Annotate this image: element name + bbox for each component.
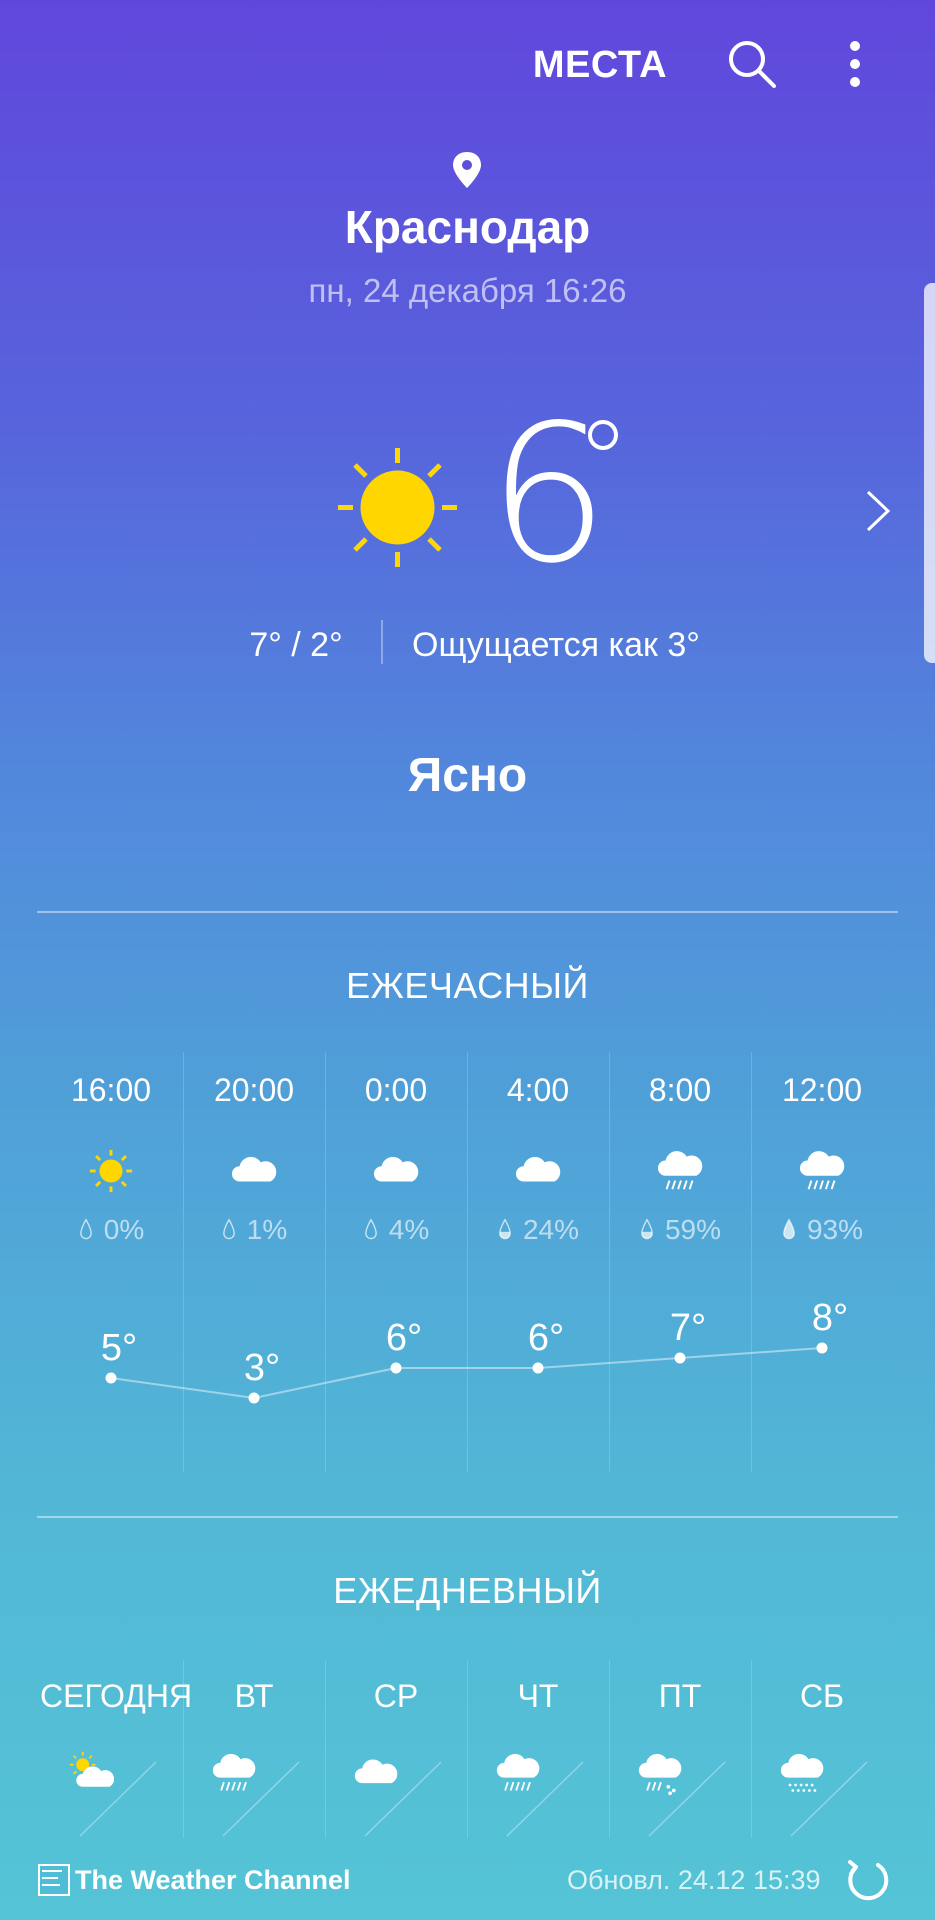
- temperature-label: 6°: [528, 1317, 564, 1359]
- divider: [37, 1516, 898, 1518]
- more-vert-icon: [850, 41, 860, 87]
- precipitation-drop-icon: [783, 1218, 795, 1240]
- feels-like: Ощущается как 3°: [412, 626, 700, 664]
- hourly-time: 8:00: [648, 1072, 712, 1108]
- hourly-icon-slot: [40, 1146, 182, 1196]
- temperature-line: [110, 1347, 823, 1400]
- divider: [381, 620, 383, 664]
- precipitation-value: 93%: [806, 1214, 864, 1245]
- refresh-icon[interactable]: [842, 1855, 892, 1905]
- search-button[interactable]: [720, 32, 784, 96]
- edge-panel-handle[interactable]: [924, 283, 935, 663]
- precipitation-value: 24%: [522, 1214, 580, 1245]
- rain-cloud-icon: [799, 1151, 845, 1190]
- places-button[interactable]: МЕСТА: [520, 38, 680, 92]
- daily-day-label[interactable]: СР: [325, 1678, 467, 1715]
- hourly-time: 12:00: [781, 1072, 863, 1108]
- precipitation-value: 4%: [388, 1214, 430, 1245]
- daily-diagonal-divider: [790, 1761, 868, 1837]
- hourly-precipitation: 93%: [751, 1214, 893, 1246]
- hourly-icon-slot: [325, 1146, 467, 1196]
- temperature-label: 8°: [812, 1297, 848, 1339]
- hourly-icon-slot: [609, 1146, 751, 1196]
- hourly-precipitation: 59%: [609, 1214, 751, 1246]
- sun-icon: [338, 448, 457, 567]
- temperature-point: [674, 1352, 686, 1364]
- cloud-icon: [231, 1156, 277, 1182]
- more-options-button[interactable]: [830, 32, 880, 96]
- precipitation-drop-icon: [222, 1218, 235, 1240]
- weather-channel-logo[interactable]: [38, 1864, 70, 1896]
- weather-condition: Ясно: [407, 749, 528, 802]
- city-name: Краснодар: [344, 201, 591, 253]
- daily-day-label[interactable]: ЧТ: [467, 1678, 609, 1715]
- temperature-point: [816, 1342, 828, 1354]
- precipitation-drop-icon: [79, 1218, 92, 1240]
- hourly-time: 16:00: [70, 1072, 152, 1108]
- hourly-precipitation: 24%: [467, 1214, 609, 1246]
- cloud-icon: [515, 1156, 561, 1182]
- weather-channel-brand[interactable]: The Weather Channel: [75, 1861, 351, 1899]
- daily-day-label[interactable]: СЕГОДНЯ: [40, 1678, 192, 1715]
- daily-day-label[interactable]: ПТ: [609, 1678, 751, 1715]
- hourly-precipitation: 0%: [40, 1214, 182, 1246]
- precipitation-drop-icon: [641, 1218, 653, 1240]
- current-temperature: 6: [488, 384, 609, 605]
- temperature-point: [532, 1362, 544, 1374]
- chevron-right-icon[interactable]: [862, 488, 892, 534]
- hourly-time: 20:00: [213, 1072, 295, 1108]
- daily-diagonal-divider: [506, 1761, 584, 1837]
- precipitation-drop-icon: [364, 1218, 377, 1240]
- daily-diagonal-divider: [648, 1761, 726, 1837]
- high-low-temperature: 7° / 2°: [249, 626, 343, 664]
- precipitation-value: 0%: [103, 1214, 145, 1245]
- precipitation-drop-icon: [499, 1218, 511, 1240]
- daily-diagonal-divider: [222, 1761, 300, 1837]
- temperature-point: [105, 1372, 117, 1384]
- hourly-icon-slot: [751, 1146, 893, 1196]
- hourly-precipitation: 4%: [325, 1214, 467, 1246]
- temperature-point: [390, 1362, 402, 1374]
- hourly-icon-slot: [183, 1146, 325, 1196]
- divider: [37, 911, 898, 913]
- degree-symbol: [588, 420, 618, 450]
- sun-icon: [89, 1149, 133, 1193]
- hourly-time: 0:00: [364, 1072, 428, 1108]
- temperature-label: 5°: [101, 1327, 137, 1369]
- temperature-label: 3°: [244, 1347, 280, 1389]
- location-pin-icon: [453, 152, 481, 188]
- daily-diagonal-divider: [79, 1761, 157, 1837]
- search-icon: [729, 41, 776, 88]
- hourly-time: 4:00: [506, 1072, 570, 1108]
- daily-day-label[interactable]: ВТ: [183, 1678, 325, 1715]
- hourly-temperature-graph: 5° 3° 6° 6° 7° 8°: [101, 1297, 848, 1404]
- rain-cloud-icon: [657, 1151, 703, 1190]
- temperature-point: [248, 1392, 260, 1404]
- hourly-precipitation: 1%: [183, 1214, 325, 1246]
- daily-diagonal-divider: [364, 1761, 442, 1837]
- precipitation-value: 1%: [246, 1214, 288, 1245]
- hourly-icon-slot: [467, 1146, 609, 1196]
- precipitation-value: 59%: [664, 1214, 722, 1245]
- weather-channel-logo-icon: [38, 1864, 70, 1896]
- cloud-icon: [373, 1156, 419, 1182]
- hourly-title: ЕЖЕЧАСНЫЙ: [346, 965, 589, 1006]
- daily-title: ЕЖЕДНЕВНЫЙ: [333, 1570, 602, 1611]
- temperature-label: 6°: [386, 1317, 422, 1359]
- last-updated: Обновл. 24.12 15:39: [567, 1865, 821, 1895]
- date-time: пн, 24 декабря 16:26: [308, 272, 627, 309]
- daily-day-label[interactable]: СБ: [751, 1678, 893, 1715]
- temperature-label: 7°: [670, 1307, 706, 1349]
